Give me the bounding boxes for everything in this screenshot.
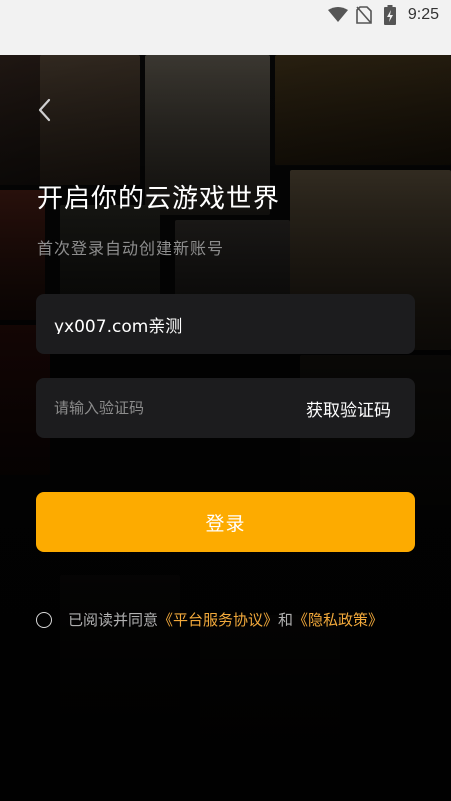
wifi-icon xyxy=(327,5,348,25)
phone-input[interactable] xyxy=(54,314,415,334)
privacy-link[interactable]: 《隐私政策》 xyxy=(293,609,383,630)
no-sim-icon xyxy=(354,5,374,25)
agreement-row: 已阅读并同意 《平台服务协议》 和 《隐私政策》 xyxy=(36,609,383,630)
verification-code-input[interactable] xyxy=(54,399,254,417)
terms-link[interactable]: 《平台服务协议》 xyxy=(158,609,278,630)
battery-charging-icon xyxy=(380,5,400,25)
agreement-checkbox[interactable] xyxy=(36,611,52,628)
agreement-joiner: 和 xyxy=(278,611,294,629)
verification-code-field: 获取验证码 xyxy=(36,378,415,438)
status-time: 9:25 xyxy=(407,6,439,23)
page-subtitle: 首次登录自动创建新账号 xyxy=(37,239,225,258)
status-bar: 9:25 xyxy=(0,0,451,55)
get-code-button[interactable]: 获取验证码 xyxy=(306,396,391,421)
back-button[interactable] xyxy=(30,96,58,124)
login-button[interactable]: 登录 xyxy=(36,492,415,552)
agreement-prefix: 已阅读并同意 xyxy=(68,611,159,629)
page-title: 开启你的云游戏世界 xyxy=(37,184,281,214)
phone-field xyxy=(36,294,415,354)
chevron-left-icon xyxy=(38,98,51,122)
